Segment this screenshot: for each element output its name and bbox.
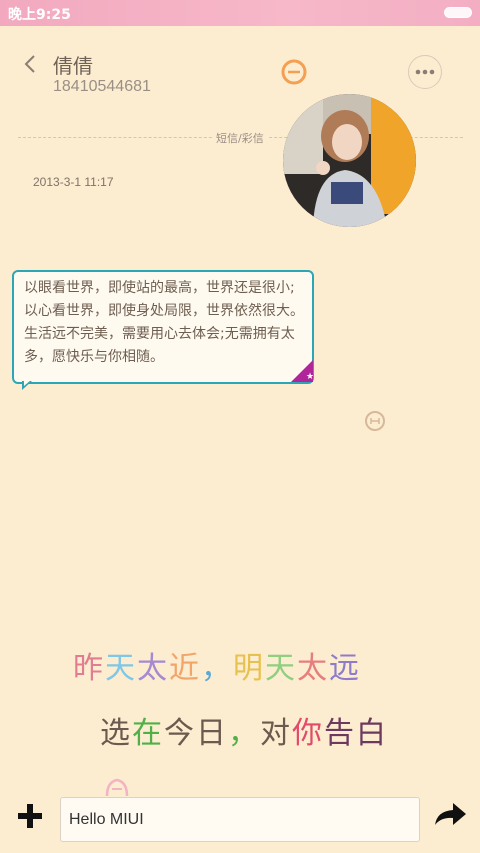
slogan-char: 今 xyxy=(164,716,196,751)
send-button[interactable] xyxy=(432,798,468,830)
divider-label: 短信/彩信 xyxy=(212,130,268,146)
slogan-char: ， xyxy=(201,651,233,686)
slogan-char: 天 xyxy=(265,651,297,686)
slogan-char: 对 xyxy=(260,716,292,751)
contact-name: 倩倩 xyxy=(53,54,93,78)
add-attachment-button[interactable] xyxy=(14,800,46,832)
status-time: 晚上9:25 xyxy=(8,7,71,23)
message-input[interactable] xyxy=(60,797,420,842)
contact-avatar[interactable] xyxy=(283,94,416,227)
wallpaper-slogan-line1: 昨天太近，明天太远 xyxy=(73,643,361,687)
back-button[interactable] xyxy=(18,50,42,78)
slogan-char: 昨 xyxy=(73,651,105,686)
small-emoticon-decoration xyxy=(364,410,386,432)
battery-icon xyxy=(444,7,472,18)
slogan-char: 天 xyxy=(105,651,137,686)
contact-number: 18410544681 xyxy=(53,78,151,95)
message-bubble[interactable]: 以眼看世界，即使站的最高，世界还是很小;以心看世界，即使身处局限，世界依然很大。… xyxy=(12,270,314,384)
slogan-char: 近 xyxy=(169,651,201,686)
orange-emoticon-decoration xyxy=(281,59,307,85)
slogan-char: 选 xyxy=(100,716,132,751)
message-timestamp: 2013-3-1 11:17 xyxy=(33,175,114,189)
slogan-char: 在 xyxy=(132,716,164,751)
status-bar: 晚上9:25 xyxy=(0,0,480,26)
more-options-button[interactable] xyxy=(408,55,442,89)
slogan-char: 太 xyxy=(297,651,329,686)
slogan-char: 白 xyxy=(356,716,388,751)
send-arrow-icon xyxy=(435,803,466,825)
slogan-char: 告 xyxy=(324,716,356,751)
message-text: 以眼看世界，即使站的最高，世界还是很小;以心看世界，即使身处局限，世界依然很大。… xyxy=(24,280,304,365)
star-badge-icon: ★ xyxy=(291,360,314,382)
pink-emoticon-decoration xyxy=(104,776,130,798)
more-dots-icon xyxy=(415,69,435,75)
slogan-char: 太 xyxy=(137,651,169,686)
chevron-left-icon xyxy=(24,55,35,73)
slogan-char: 日 xyxy=(196,716,228,751)
slogan-char: 明 xyxy=(233,651,265,686)
slogan-char: 你 xyxy=(292,716,324,751)
plus-icon xyxy=(18,804,42,828)
slogan-char: ， xyxy=(228,716,260,751)
wallpaper-slogan-line2: 选在今日，对你告白 xyxy=(100,708,388,752)
svg-text:★: ★ xyxy=(306,372,313,382)
slogan-char: 远 xyxy=(329,651,361,686)
